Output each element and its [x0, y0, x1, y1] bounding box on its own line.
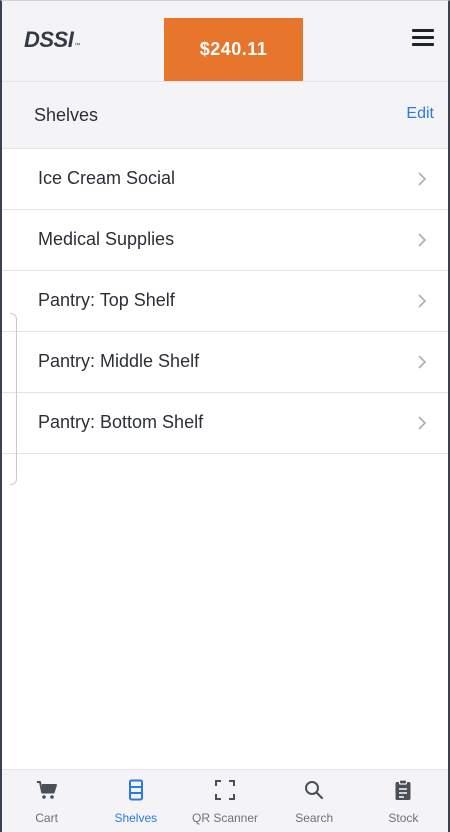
- nav-tab-stock[interactable]: Stock: [359, 770, 448, 832]
- clipboard-icon: [395, 779, 411, 800]
- chevron-right-icon: [418, 294, 427, 308]
- nav-tab-search[interactable]: Search: [270, 770, 359, 832]
- chevron-right-icon: [418, 233, 427, 247]
- nav-tab-qr-scanner[interactable]: QR Scanner: [180, 770, 269, 832]
- shelf-label: Pantry: Top Shelf: [38, 290, 175, 310]
- nav-tab-shelves[interactable]: Shelves: [91, 770, 180, 832]
- top-header: DSSI™ $240.11: [2, 1, 448, 82]
- nav-label: Shelves: [114, 811, 158, 825]
- shelf-label: Pantry: Bottom Shelf: [38, 412, 204, 432]
- shelf-item-ice-cream-social[interactable]: Ice Cream Social: [2, 149, 448, 210]
- shelves-icon: [128, 779, 143, 801]
- logo-text: DSSI: [24, 27, 74, 52]
- shelf-list: Ice Cream Social Medical Supplies Pantry…: [2, 149, 448, 454]
- nav-label: QR Scanner: [191, 811, 259, 825]
- nav-label: Cart: [35, 811, 58, 825]
- shelf-item-pantry-middle-shelf[interactable]: Pantry: Middle Shelf: [2, 332, 448, 393]
- bottom-navigation: Cart Shelves QR Scanner Search Stock: [2, 769, 448, 832]
- side-drawer-handle[interactable]: [10, 313, 17, 485]
- chevron-right-icon: [418, 416, 427, 430]
- app-frame: DSSI™ $240.11 Shelves Edit Ice Cream Soc…: [0, 0, 450, 832]
- shelf-label: Medical Supplies: [38, 229, 175, 249]
- nav-tab-cart[interactable]: Cart: [2, 770, 91, 832]
- cart-total-amount: $240.11: [199, 39, 268, 59]
- cart-icon: [36, 781, 57, 799]
- shelves-section-header: Shelves Edit: [2, 82, 448, 149]
- page-title: Shelves: [34, 105, 99, 125]
- edit-button[interactable]: Edit: [406, 105, 434, 123]
- hamburger-menu-icon[interactable]: [412, 29, 434, 47]
- logo-trademark: ™: [74, 43, 80, 49]
- shelf-item-medical-supplies[interactable]: Medical Supplies: [2, 210, 448, 271]
- qr-scanner-icon: [215, 780, 235, 800]
- dssi-logo[interactable]: DSSI™: [24, 27, 80, 53]
- shelf-item-pantry-top-shelf[interactable]: Pantry: Top Shelf: [2, 271, 448, 332]
- search-icon: [305, 781, 324, 800]
- shelf-label: Ice Cream Social: [38, 168, 176, 188]
- nav-label: Stock: [388, 811, 419, 825]
- chevron-right-icon: [418, 355, 427, 369]
- shelf-item-pantry-bottom-shelf[interactable]: Pantry: Bottom Shelf: [2, 393, 448, 454]
- shelf-label: Pantry: Middle Shelf: [38, 351, 200, 371]
- nav-label: Search: [295, 811, 334, 825]
- chevron-right-icon: [418, 172, 427, 186]
- cart-total-button[interactable]: $240.11: [164, 18, 303, 81]
